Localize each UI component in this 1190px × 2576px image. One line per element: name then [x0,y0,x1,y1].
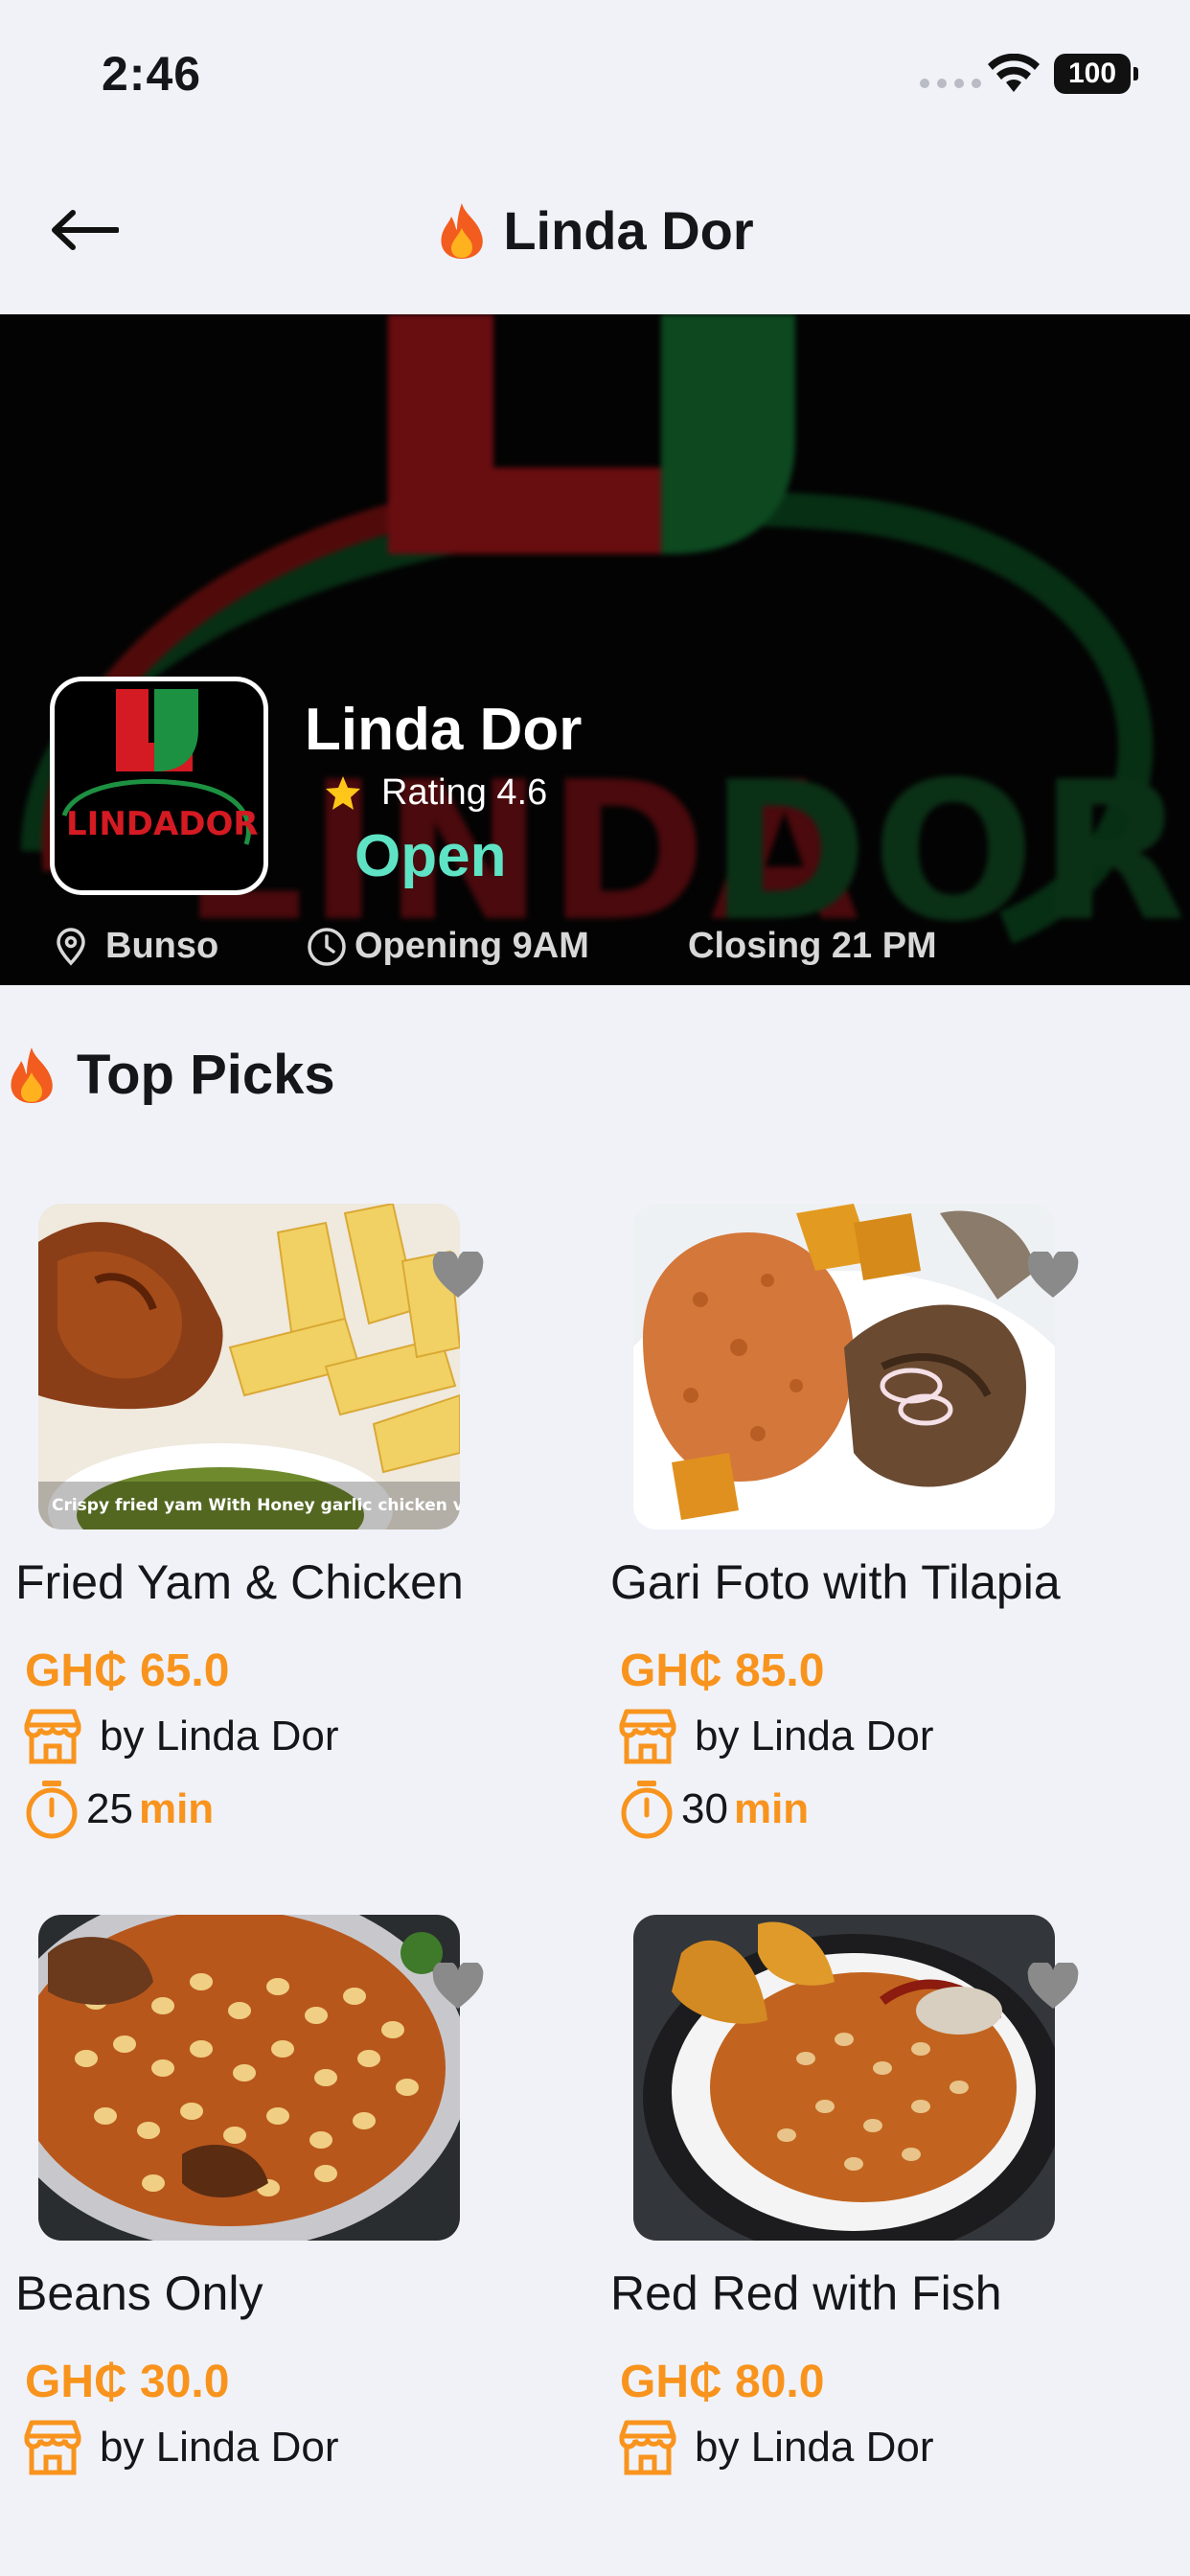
vendor-row: by Linda Dor [23,1708,338,1765]
product-price: GH₵ 80.0 [620,2357,825,2407]
header-title-group: Linda Dor [0,199,1190,262]
rating: Rating 4.6 [324,772,547,814]
product-card[interactable]: Red Red with Fish GH₵ 80.0 by Linda Dor [601,1915,1137,2490]
location-text: Bunso [105,926,219,966]
battery-icon: 100 [1054,54,1138,94]
restaurant-logo: LINDADOR [50,677,268,895]
product-image [633,1204,1055,1530]
closing-hours: Closing 21 PM [688,926,937,967]
product-name: Fried Yam & Chicken [15,1555,464,1609]
location-info: Bunso [52,926,307,967]
restaurant-info-row: Bunso Opening 9AM Closing 21 PM [52,926,937,967]
open-status-badge: Open [355,823,507,889]
star-icon [326,775,360,810]
prep-time-row: 30 min [618,1779,809,1840]
favorite-heart-icon[interactable] [431,1963,485,2011]
fire-icon [11,1046,53,1103]
product-price: GH₵ 30.0 [25,2357,230,2407]
vendor-name: by Linda Dor [695,2424,934,2471]
product-name: Gari Foto with Tilapia [610,1555,1061,1609]
product-card[interactable]: Beans Only GH₵ 30.0 by Linda Dor [6,1915,542,2490]
timer-icon [26,1781,78,1839]
restaurant-banner: LINDA DOR LINDADOR Linda Dor Rating 4.6 … [0,314,1190,985]
product-name: Beans Only [15,2266,263,2320]
store-icon [619,1709,676,1764]
favorite-heart-icon[interactable] [431,1252,485,1300]
top-picks-header: Top Picks [6,1043,335,1107]
cellular-signal-icon [920,79,981,88]
status-bar: 2:46 100 [0,0,1190,153]
status-time: 2:46 [102,47,202,101]
page-title: Linda Dor [503,200,754,261]
closing-text: Closing 21 PM [688,926,937,966]
image-caption: Crispy fried yam With Honey garlic chick… [52,1496,460,1515]
opening-hours: Opening 9AM [307,926,688,967]
product-image: Crispy fried yam With Honey garlic chick… [38,1204,460,1530]
vendor-row: by Linda Dor [618,1708,933,1765]
restaurant-name: Linda Dor [305,697,583,763]
section-title: Top Picks [77,1044,335,1106]
prep-time-row: 25 min [23,1779,214,1840]
opening-text: Opening 9AM [355,926,589,966]
product-price: GH₵ 85.0 [620,1645,825,1696]
timer-icon [621,1781,673,1839]
product-name: Red Red with Fish [610,2266,1002,2320]
store-icon [24,1709,81,1764]
favorite-heart-icon[interactable] [1026,1963,1080,2011]
product-card[interactable]: Gari Foto with Tilapia GH₵ 85.0 by Linda… [601,1204,1137,1855]
wifi-icon [988,54,1040,92]
top-app-bar: Linda Dor [0,153,1190,314]
vendor-row: by Linda Dor [618,2419,933,2476]
product-card[interactable]: Crispy fried yam With Honey garlic chick… [6,1204,542,1855]
product-image [633,1915,1055,2241]
location-pin-icon [57,927,85,966]
vendor-row: by Linda Dor [23,2419,338,2476]
vendor-name: by Linda Dor [100,2424,339,2471]
vendor-name: by Linda Dor [695,1713,934,1760]
vendor-name: by Linda Dor [100,1713,339,1760]
fire-icon [441,202,484,259]
prep-time-unit: min [138,1785,215,1832]
favorite-heart-icon[interactable] [1026,1252,1080,1300]
store-icon [24,2420,81,2475]
product-price: GH₵ 65.0 [25,1645,230,1696]
store-icon [619,2420,676,2475]
prep-time: 30 [681,1785,728,1832]
battery-level: 100 [1067,58,1117,89]
product-image [38,1915,460,2241]
rating-text: Rating 4.6 [381,772,548,813]
clock-icon [308,927,346,966]
prep-time: 25 [86,1785,133,1832]
prep-time-unit: min [733,1785,810,1832]
logo-text: LINDADOR [66,805,259,843]
